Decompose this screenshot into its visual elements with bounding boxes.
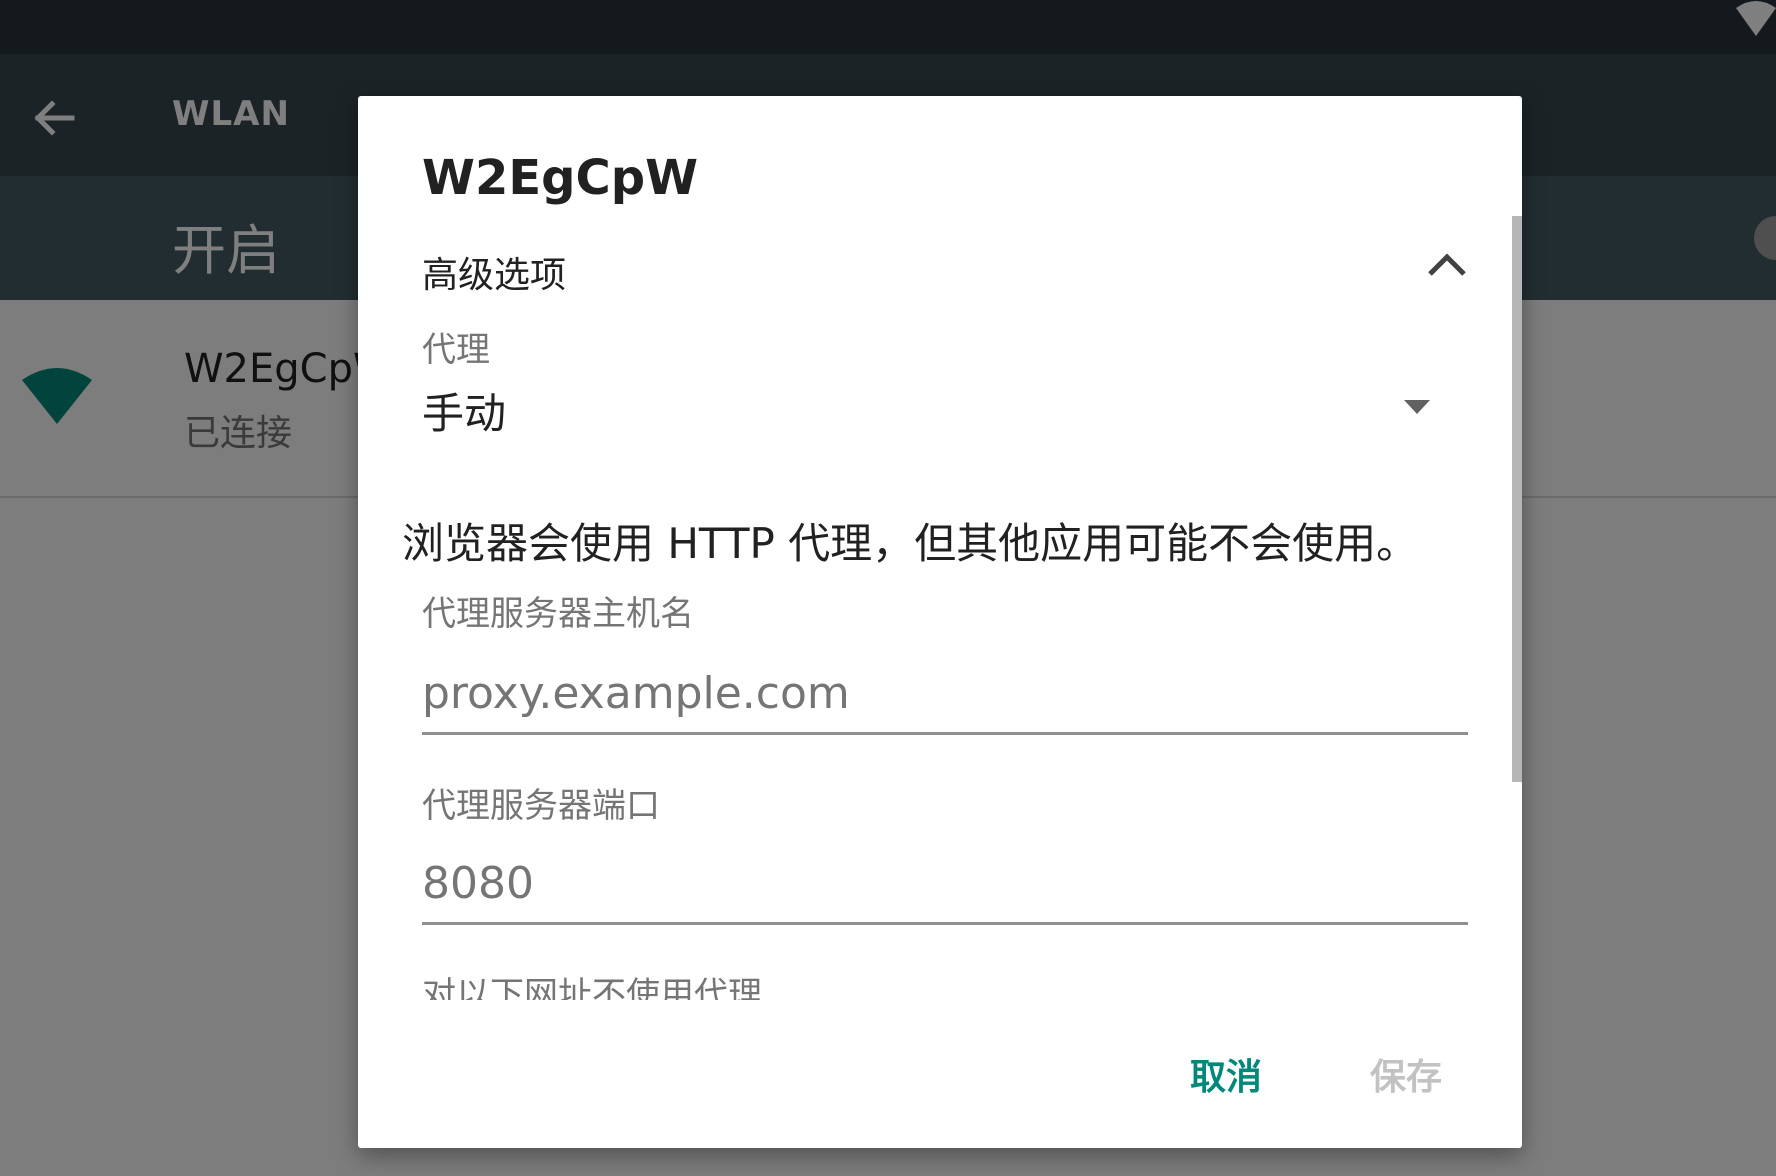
settings-screen: WLAN 开启 W2EgCpW 已连接 W2EgCpW 高级选项 代理 手动 浏… <box>0 0 1776 1176</box>
bypass-label-text: 对以下网址不使用代理 <box>422 976 762 1000</box>
save-button[interactable]: 保存 <box>1370 1048 1442 1100</box>
advanced-options-toggle[interactable]: 高级选项 <box>422 246 566 298</box>
dialog-scrollbar[interactable] <box>1512 216 1522 782</box>
cancel-button[interactable]: 取消 <box>1190 1048 1262 1100</box>
dialog-title: W2EgCpW <box>422 150 699 206</box>
port-underline <box>422 922 1468 925</box>
proxy-select[interactable]: 手动 <box>422 380 506 441</box>
proxy-settings-dialog: W2EgCpW 高级选项 代理 手动 浏览器会使用 HTTP 代理，但其他应用可… <box>358 96 1522 1148</box>
proxy-label: 代理 <box>422 330 490 370</box>
chevron-up-icon[interactable] <box>1424 248 1470 280</box>
bypass-label: 对以下网址不使用代理 <box>422 976 1022 1000</box>
hostname-label: 代理服务器主机名 <box>422 594 694 634</box>
dropdown-arrow-icon[interactable] <box>1402 398 1432 416</box>
port-input[interactable]: 8080 <box>422 858 534 909</box>
hostname-underline <box>422 732 1468 735</box>
proxy-warning-text: 浏览器会使用 HTTP 代理，但其他应用可能不会使用。 <box>402 519 1419 568</box>
port-label: 代理服务器端口 <box>422 786 660 826</box>
hostname-input[interactable]: proxy.example.com <box>422 668 850 719</box>
